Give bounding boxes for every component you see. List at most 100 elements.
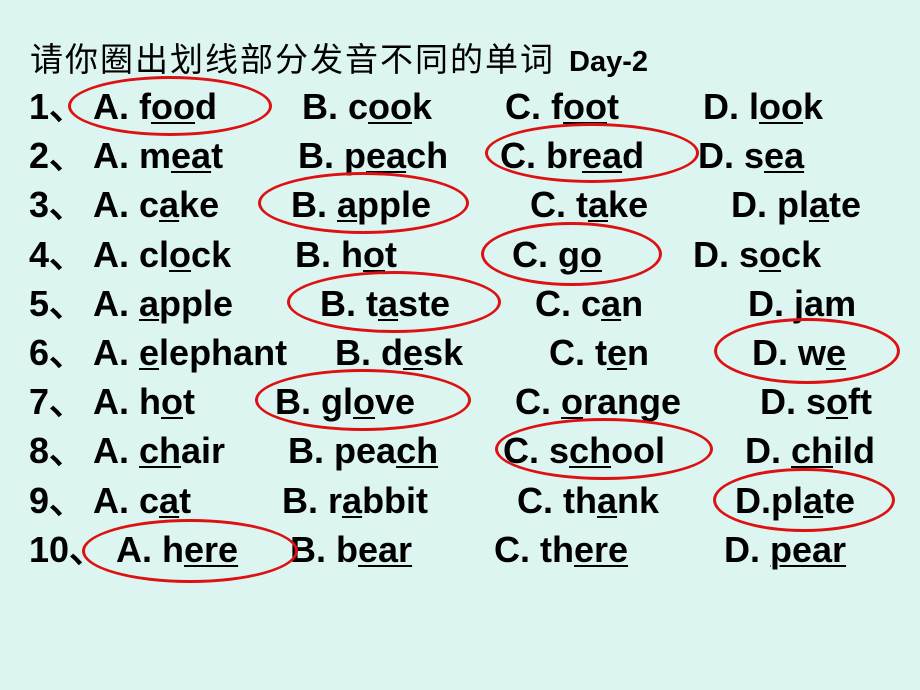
option-d[interactable]: D.plate — [735, 478, 855, 524]
word-prefix: s — [549, 430, 570, 472]
word-prefix: f — [551, 86, 564, 127]
question-number: 4、 — [29, 233, 86, 275]
question-number: 7、 — [29, 381, 86, 423]
underlined-sound: e — [826, 332, 847, 373]
option-b[interactable]: B. peach — [298, 133, 448, 179]
word-suffix: ste — [398, 282, 451, 324]
word-prefix: l — [749, 86, 760, 127]
question-number: 5、 — [29, 282, 86, 324]
option-letter: C. — [503, 430, 550, 472]
option-d[interactable]: D. soft — [760, 379, 872, 425]
question-row: 10、 A. here B. bear C. there D. pear — [0, 518, 920, 583]
option-c[interactable]: C. school — [503, 428, 665, 474]
option-d[interactable]: D. pear — [724, 527, 846, 573]
worksheet-title: 请你圈出划线部分发音不同的单词 Day-2 — [30, 38, 648, 84]
option-d[interactable]: D. we — [752, 330, 846, 376]
underlined-sound: a — [803, 479, 824, 521]
option-a[interactable]: A. hot — [93, 379, 195, 425]
word-suffix: lephant — [159, 332, 288, 373]
word-prefix: f — [139, 86, 152, 127]
option-b[interactable]: B. glove — [275, 379, 415, 425]
option-c[interactable]: C. take — [530, 182, 648, 228]
question-number: 10、 — [29, 528, 106, 570]
option-d[interactable]: D. look — [703, 84, 823, 130]
option-a[interactable]: A. elephant — [93, 330, 287, 376]
word-suffix: te — [829, 184, 862, 226]
option-b[interactable]: B. desk — [335, 330, 463, 376]
underlined-sound: a — [809, 184, 830, 226]
option-letter: A. — [93, 135, 140, 177]
option-b[interactable]: B. taste — [320, 281, 450, 327]
option-a[interactable]: A. apple — [93, 281, 233, 327]
option-d[interactable]: D. sea — [698, 133, 804, 179]
word-suffix: ke — [179, 184, 220, 226]
underlined-sound: ch — [139, 430, 182, 472]
option-b[interactable]: B. rabbit — [282, 478, 428, 524]
underlined-sound: a — [139, 282, 160, 324]
word-suffix: d — [622, 135, 645, 177]
option-b[interactable]: B. peach — [288, 428, 438, 474]
word-suffix: t — [607, 86, 619, 127]
option-c[interactable]: C. can — [535, 281, 643, 327]
option-b[interactable]: B. cook — [302, 84, 432, 130]
option-letter: B. — [335, 332, 382, 373]
option-letter: B. — [320, 282, 367, 324]
option-c[interactable]: C. ten — [549, 330, 649, 376]
option-c[interactable]: C. bread — [500, 133, 644, 179]
option-letter: C. — [517, 479, 564, 521]
underlined-sound: ear — [358, 528, 413, 570]
option-letter: D. — [693, 233, 740, 275]
word-suffix: k — [412, 86, 433, 127]
option-d[interactable]: D. child — [745, 428, 875, 474]
option-a[interactable]: A. cat — [93, 478, 191, 524]
option-c[interactable]: C. go — [512, 232, 602, 278]
word-prefix: br — [546, 135, 583, 177]
option-a[interactable]: A. food — [93, 84, 217, 130]
option-letter: B. — [298, 135, 345, 177]
underlined-sound: ch — [791, 430, 834, 472]
underlined-sound: a — [601, 282, 622, 324]
option-a[interactable]: A. cake — [93, 182, 219, 228]
option-d[interactable]: D. sock — [693, 232, 821, 278]
word-suffix: ool — [611, 430, 666, 472]
underlined-sound: ea — [764, 135, 805, 177]
word-prefix: h — [341, 233, 364, 275]
option-a[interactable]: A. here — [116, 527, 238, 573]
word-suffix: ve — [375, 381, 416, 423]
option-a[interactable]: A. clock — [93, 232, 231, 278]
underlined-sound: o — [353, 381, 376, 423]
word-prefix: h — [162, 528, 185, 570]
option-b[interactable]: B. apple — [291, 182, 431, 228]
underlined-sound: e — [607, 332, 628, 373]
question-row: 6、 A. elephant B. desk C. ten D. we — [0, 318, 920, 384]
option-d[interactable]: D. jam — [748, 281, 856, 327]
option-letter: C. — [512, 233, 559, 275]
word-suffix: t — [179, 479, 192, 521]
option-c[interactable]: C. foot — [505, 84, 619, 130]
option-letter: D. — [748, 282, 795, 324]
underlined-sound: o — [580, 233, 603, 275]
word-prefix: b — [336, 528, 359, 570]
word-suffix: n — [627, 332, 650, 373]
underlined-sound: ea — [366, 135, 407, 177]
option-b[interactable]: B. hot — [295, 232, 397, 278]
option-a[interactable]: A. chair — [93, 428, 225, 474]
underlined-sound: o — [759, 233, 782, 275]
option-letter: C. — [500, 135, 547, 177]
option-d[interactable]: D. plate — [731, 182, 861, 228]
option-a[interactable]: A. meat — [93, 133, 223, 179]
option-c[interactable]: C. there — [494, 527, 628, 573]
word-suffix: sk — [423, 332, 464, 373]
option-letter: A. — [93, 332, 140, 373]
option-b[interactable]: B. bear — [290, 527, 412, 573]
question-number: 2、 — [29, 135, 86, 177]
option-c[interactable]: C. thank — [517, 478, 659, 524]
underlined-sound: a — [342, 479, 363, 521]
option-c[interactable]: C. orange — [515, 379, 681, 425]
question-number: 9、 — [29, 479, 86, 521]
word-suffix: n — [621, 282, 644, 324]
option-letter: D. — [724, 528, 771, 570]
word-suffix: ck — [191, 233, 232, 275]
question-row: 1、 A. food B. cook C. foot D. look — [0, 76, 920, 136]
word-suffix: t — [211, 135, 224, 177]
